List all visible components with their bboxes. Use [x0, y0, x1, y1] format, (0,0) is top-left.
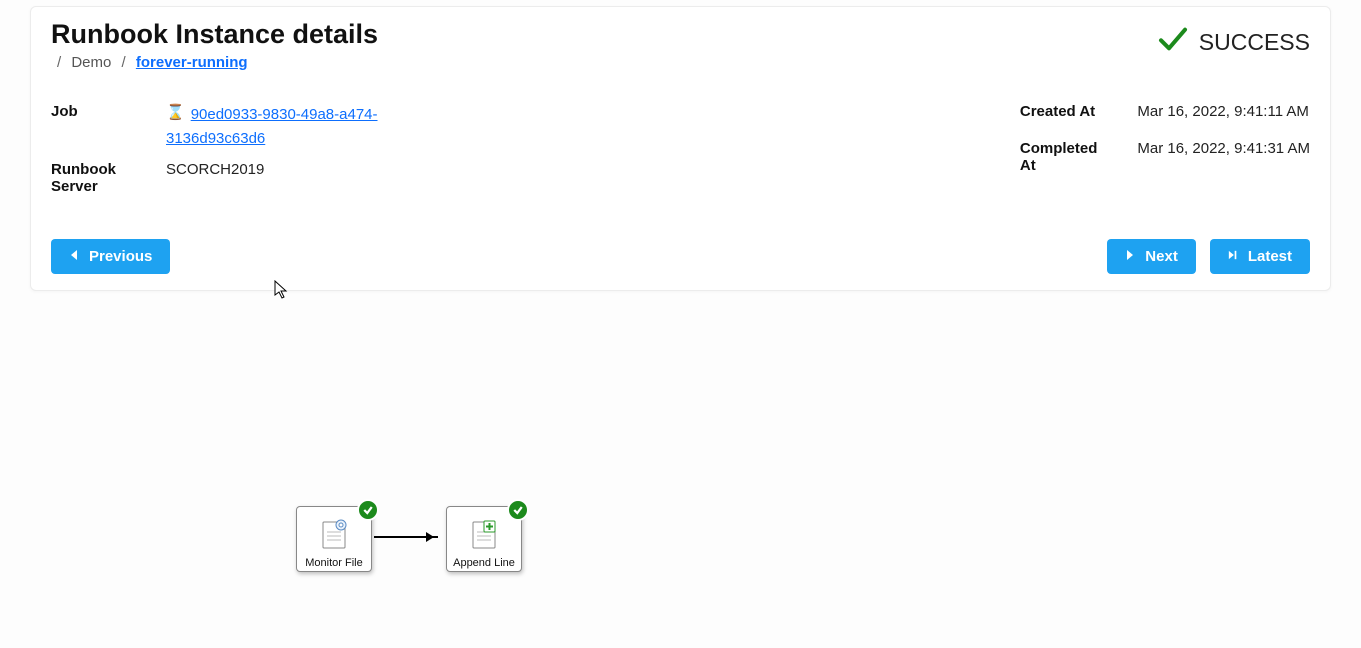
- workflow-diagram: Monitor File Append Line: [296, 500, 536, 580]
- hourglass-icon: ⌛: [166, 103, 185, 121]
- check-icon: [1157, 23, 1189, 61]
- created-value: Mar 16, 2022, 9:41:11 AM: [1137, 103, 1310, 130]
- title-block: Runbook Instance details / Demo / foreve…: [51, 19, 378, 71]
- next-button[interactable]: Next: [1107, 239, 1196, 274]
- breadcrumb-sep: /: [122, 54, 126, 71]
- next-label: Next: [1145, 248, 1178, 265]
- details-row: Job ⌛90ed0933-9830-49a8-a474-3136d93c63d…: [51, 93, 1310, 205]
- breadcrumb-folder: Demo: [71, 54, 111, 71]
- job-value: ⌛90ed0933-9830-49a8-a474-3136d93c63d6: [166, 103, 426, 151]
- append-line-icon: [469, 507, 499, 557]
- breadcrumb-runbook-link[interactable]: forever-running: [136, 54, 248, 71]
- created-label: Created At: [1020, 103, 1138, 130]
- job-link[interactable]: 90ed0933-9830-49a8-a474-3136d93c63d6: [166, 106, 378, 147]
- completed-value: Mar 16, 2022, 9:41:31 AM: [1137, 140, 1310, 195]
- status-text: SUCCESS: [1199, 29, 1310, 56]
- details-left: Job ⌛90ed0933-9830-49a8-a474-3136d93c63d…: [51, 93, 426, 205]
- breadcrumb-sep: /: [57, 54, 61, 71]
- button-row: Previous Next Latest: [51, 239, 1310, 274]
- activity-monitor-file[interactable]: Monitor File: [296, 506, 372, 572]
- check-badge-icon: [357, 499, 379, 521]
- breadcrumb: / Demo / forever-running: [51, 54, 378, 71]
- previous-button[interactable]: Previous: [51, 239, 170, 274]
- completed-label: Completed At: [1020, 140, 1138, 195]
- server-label: Runbook Server: [51, 161, 166, 195]
- previous-label: Previous: [89, 248, 152, 265]
- latest-button[interactable]: Latest: [1210, 239, 1310, 274]
- activity-append-line[interactable]: Append Line: [446, 506, 522, 572]
- server-value: SCORCH2019: [166, 161, 426, 195]
- activity-label: Monitor File: [305, 557, 362, 569]
- triangle-left-icon: [69, 248, 79, 265]
- status-badge: SUCCESS: [1157, 23, 1310, 61]
- check-badge-icon: [507, 499, 529, 521]
- monitor-file-icon: [319, 507, 349, 557]
- details-card: Runbook Instance details / Demo / foreve…: [30, 6, 1331, 291]
- page-title: Runbook Instance details: [51, 19, 378, 50]
- latest-label: Latest: [1248, 248, 1292, 265]
- skip-end-icon: [1228, 248, 1238, 265]
- flow-arrow: [374, 536, 438, 538]
- job-label: Job: [51, 103, 166, 151]
- card-header: Runbook Instance details / Demo / foreve…: [51, 19, 1310, 71]
- activity-label: Append Line: [453, 557, 515, 569]
- details-right: Created At Mar 16, 2022, 9:41:11 AM Comp…: [1020, 93, 1310, 205]
- triangle-right-icon: [1125, 248, 1135, 265]
